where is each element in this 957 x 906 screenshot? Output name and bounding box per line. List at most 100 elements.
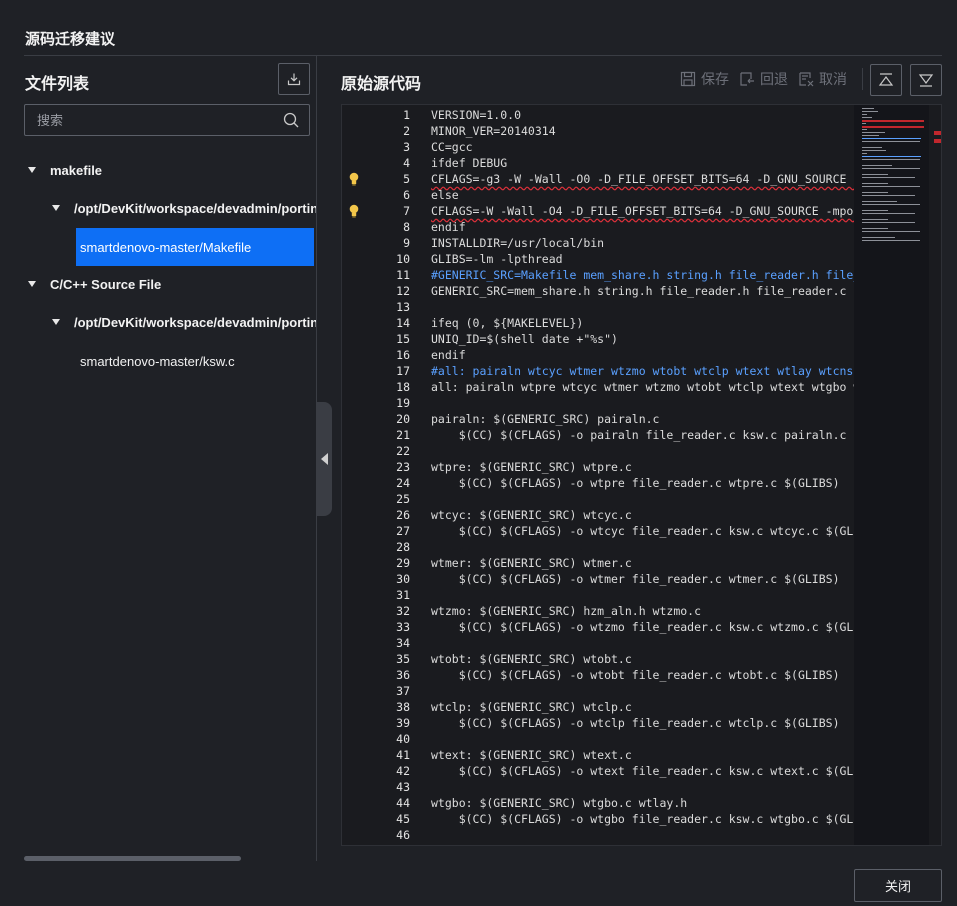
code-text: $(CC) $(CFLAGS) -o wtcyc file_reader.c k… [431, 524, 854, 538]
tree-node-makefile[interactable]: makefile [28, 151, 102, 189]
code-editor[interactable]: 1 VERSION=1.0.0 2 MINOR_VER=20140314 3 CC=gcc… [341, 104, 942, 846]
minimap-line [862, 126, 924, 128]
code-line[interactable]: 35 wtobt: $(GENERIC_SRC) wtobt.c [342, 651, 854, 667]
code-line[interactable]: 10 GLIBS=-lm -lpthread [342, 251, 854, 267]
tree-node-path-2[interactable]: /opt/DevKit/workspace/devadmin/porting [52, 303, 316, 341]
search-box[interactable] [24, 104, 310, 136]
code-line[interactable]: 30 $(CC) $(CFLAGS) -o wtmer file_reader.… [342, 571, 854, 587]
collapse-panel-handle[interactable] [316, 402, 332, 516]
code-line[interactable]: 31 [342, 587, 854, 603]
minimap-line [862, 108, 874, 109]
undo-button[interactable]: 回退 [739, 69, 788, 89]
line-number: 38 [396, 700, 410, 714]
line-number: 37 [396, 684, 410, 698]
code-line[interactable]: 4 ifdef DEBUG [342, 155, 854, 171]
scroll-to-bottom-button[interactable] [910, 64, 942, 96]
tree-node-ksw-file[interactable]: smartdenovo-master/ksw.c [80, 342, 235, 380]
code-line[interactable]: 5 CFLAGS=-g3 -W -Wall -O0 -D_FILE_OFFSET_… [342, 171, 854, 187]
code-line[interactable]: 40 [342, 731, 854, 747]
code-line[interactable]: 28 [342, 539, 854, 555]
code-line[interactable]: 38 wtclp: $(GENERIC_SRC) wtclp.c [342, 699, 854, 715]
code-line[interactable]: 34 [342, 635, 854, 651]
tree-node-cpp-source[interactable]: C/C++ Source File [28, 265, 161, 303]
minimap-line [862, 141, 920, 142]
vertical-scrollbar[interactable] [929, 105, 941, 845]
tree-node-makefile-file[interactable]: smartdenovo-master/Makefile [76, 228, 314, 266]
code-line[interactable]: 9 INSTALLDIR=/usr/local/bin [342, 235, 854, 251]
save-label: 保存 [701, 72, 729, 88]
line-number: 32 [396, 604, 410, 618]
scroll-to-top-button[interactable] [870, 64, 902, 96]
code-line[interactable]: 37 [342, 683, 854, 699]
chevron-left-icon [320, 453, 328, 465]
code-line[interactable]: 16 endif [342, 347, 854, 363]
code-line[interactable]: 21 $(CC) $(CFLAGS) -o pairaln file_reade… [342, 427, 854, 443]
minimap-line [862, 222, 915, 223]
lightbulb-icon[interactable] [348, 204, 360, 218]
code-line[interactable]: 41 wtext: $(GENERIC_SRC) wtext.c [342, 747, 854, 763]
code-text: all: pairaln wtpre wtcyc wtmer wtzmo wto… [431, 380, 854, 394]
line-number: 20 [396, 412, 410, 426]
code-line[interactable]: 22 [342, 443, 854, 459]
tree-node-label: makefile [50, 162, 103, 178]
code-line[interactable]: 11 #GENERIC_SRC=Makefile mem_share.h stri… [342, 267, 854, 283]
code-text: wtpre: $(GENERIC_SRC) wtpre.c [431, 460, 632, 474]
code-text: wtcyc: $(GENERIC_SRC) wtcyc.c [431, 508, 632, 522]
code-text: wtgbo: $(GENERIC_SRC) wtgbo.c wtlay.h [431, 796, 688, 810]
code-line[interactable]: 2 MINOR_VER=20140314 [342, 123, 854, 139]
error-marker [934, 131, 941, 135]
code-line[interactable]: 13 [342, 299, 854, 315]
code-text: $(CC) $(CFLAGS) -o wtpre file_reader.c w… [431, 476, 840, 490]
minimap-line [862, 219, 888, 220]
code-line[interactable]: 8 endif [342, 219, 854, 235]
code-line[interactable]: 42 $(CC) $(CFLAGS) -o wtext file_reader.… [342, 763, 854, 779]
minimap-line [862, 123, 866, 124]
code-line[interactable]: 20 pairaln: $(GENERIC_SRC) pairaln.c [342, 411, 854, 427]
code-line[interactable]: 29 wtmer: $(GENERIC_SRC) wtmer.c [342, 555, 854, 571]
code-line[interactable]: 6 else [342, 187, 854, 203]
code-text: wtext: $(GENERIC_SRC) wtext.c [431, 748, 632, 762]
lightbulb-icon[interactable] [348, 172, 360, 186]
code-line[interactable]: 3 CC=gcc [342, 139, 854, 155]
code-line[interactable]: 39 $(CC) $(CFLAGS) -o wtclp file_reader.… [342, 715, 854, 731]
code-line[interactable]: 1 VERSION=1.0.0 [342, 107, 854, 123]
code-line[interactable]: 32 wtzmo: $(GENERIC_SRC) hzm_aln.h wtzmo.… [342, 603, 854, 619]
code-text: endif [431, 348, 466, 362]
code-line[interactable]: 19 [342, 395, 854, 411]
search-input[interactable] [25, 105, 275, 135]
tree-node-path-1[interactable]: /opt/DevKit/workspace/devadmin/porting [52, 189, 316, 227]
code-line[interactable]: 46 [342, 827, 854, 843]
code-line[interactable]: 24 $(CC) $(CFLAGS) -o wtpre file_reader.… [342, 475, 854, 491]
line-number: 9 [403, 236, 410, 250]
horizontal-scrollbar[interactable] [24, 856, 241, 861]
code-line[interactable]: 14 ifeq (0, ${MAKELEVEL}) [342, 315, 854, 331]
minimap[interactable] [854, 105, 929, 845]
code-area[interactable]: 1 VERSION=1.0.0 2 MINOR_VER=20140314 3 CC=gcc… [342, 105, 854, 845]
code-line[interactable]: 27 $(CC) $(CFLAGS) -o wtcyc file_reader.… [342, 523, 854, 539]
code-line[interactable]: 45 $(CC) $(CFLAGS) -o wtgbo file_reader.… [342, 811, 854, 827]
code-line[interactable]: 26 wtcyc: $(GENERIC_SRC) wtcyc.c [342, 507, 854, 523]
code-line[interactable]: 17 #all: pairaln wtcyc wtmer wtzmo wtobt … [342, 363, 854, 379]
code-line[interactable]: 25 [342, 491, 854, 507]
code-line[interactable]: 15 UNIQ_ID=$(shell date +"%s") [342, 331, 854, 347]
save-button[interactable]: 保存 [680, 69, 729, 89]
search-icon[interactable] [283, 112, 299, 128]
code-line[interactable]: 36 $(CC) $(CFLAGS) -o wtobt file_reader.… [342, 667, 854, 683]
code-text: $(CC) $(CFLAGS) -o wtgbo file_reader.c k… [431, 812, 854, 826]
chevron-down-icon[interactable] [28, 281, 36, 287]
code-line[interactable]: 23 wtpre: $(GENERIC_SRC) wtpre.c [342, 459, 854, 475]
chevron-down-icon[interactable] [28, 167, 36, 173]
chevron-down-icon[interactable] [52, 205, 60, 211]
code-line[interactable]: 12 GENERIC_SRC=mem_share.h string.h file_… [342, 283, 854, 299]
close-button[interactable]: 关闭 [854, 869, 942, 902]
code-line[interactable]: 7 CFLAGS=-W -Wall -O4 -D_FILE_OFFSET_BITS… [342, 203, 854, 219]
code-line[interactable]: 18 all: pairaln wtpre wtcyc wtmer wtzmo w… [342, 379, 854, 395]
code-line[interactable]: 44 wtgbo: $(GENERIC_SRC) wtgbo.c wtlay.h [342, 795, 854, 811]
cancel-button[interactable]: 取消 [798, 69, 847, 89]
minimap-line [862, 150, 886, 151]
download-button[interactable] [278, 63, 310, 95]
line-number: 18 [396, 380, 410, 394]
chevron-down-icon[interactable] [52, 319, 60, 325]
code-line[interactable]: 33 $(CC) $(CFLAGS) -o wtzmo file_reader.… [342, 619, 854, 635]
code-line[interactable]: 43 [342, 779, 854, 795]
